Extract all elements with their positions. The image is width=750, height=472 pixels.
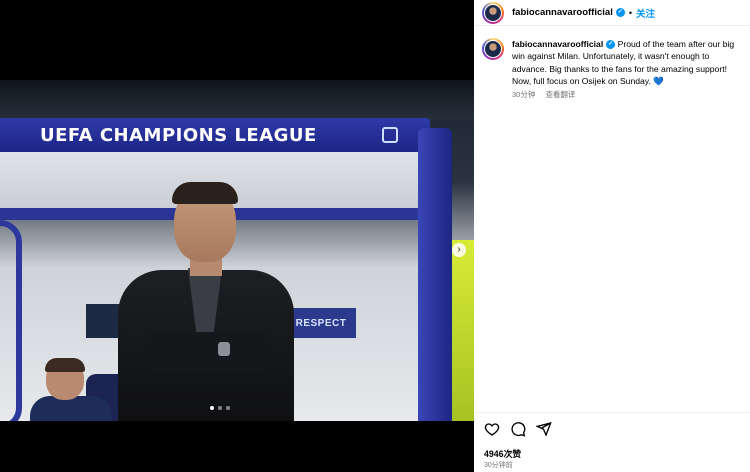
carousel-dots [210,406,230,410]
coach-figure [118,182,294,421]
dugout-arch [0,220,22,421]
carousel-next-button[interactable]: › [452,243,466,257]
respect-board: RESPECT [286,308,356,338]
carousel-dot[interactable] [210,406,214,410]
club-logo-icon [382,127,398,143]
caption-meta: 30分钟 查看翻译 [512,89,744,101]
comment-icon[interactable] [510,421,526,437]
caption-time: 30分钟 [512,90,536,100]
carousel-dot[interactable] [218,406,222,410]
avatar[interactable] [482,1,504,24]
post-photo[interactable]: UEFA CHAMPIONS LEAGUE RESPECT [0,80,474,421]
follow-button[interactable]: 关注 [636,6,655,20]
like-count[interactable]: 4946次赞 [484,447,521,460]
champions-league-banner: UEFA CHAMPIONS LEAGUE [0,118,430,152]
carousel-dot[interactable] [226,406,230,410]
separator-dot: • [628,7,632,18]
caption-avatar[interactable] [482,38,504,60]
post-header: fabiocannavaroofficial ✓ • 关注 [474,0,750,26]
verified-icon: ✓ [615,7,625,17]
blue-heart-icon: 💙 [653,75,664,86]
verified-icon: ✓ [606,40,616,50]
chevron-right-icon: › [457,244,461,255]
post-time: 30分钟前 [484,462,513,469]
wristwatch [218,342,230,356]
post-sidebar: fabiocannavaroofficial ✓ • 关注 fabiocannav… [474,0,750,472]
share-icon[interactable] [536,421,552,437]
stadium-crowd [0,80,474,120]
steward-vest [452,240,474,421]
heart-icon[interactable] [484,421,500,437]
caption-text: fabiocannavaroofficial ✓ Proud of the tea… [512,38,744,101]
media-panel: UEFA CHAMPIONS LEAGUE RESPECT › [0,0,474,472]
actions-bar: 4946次赞 30分钟前 [474,412,750,472]
caption-username[interactable]: fabiocannavaroofficial ✓ [512,39,616,50]
background-person [30,358,112,421]
dugout-post [418,128,452,421]
header-username[interactable]: fabiocannavaroofficial ✓ [512,7,625,18]
banner-text: UEFA CHAMPIONS LEAGUE [40,124,317,146]
caption-block: fabiocannavaroofficial ✓ Proud of the tea… [482,38,744,101]
translate-button[interactable]: 查看翻译 [545,90,575,99]
